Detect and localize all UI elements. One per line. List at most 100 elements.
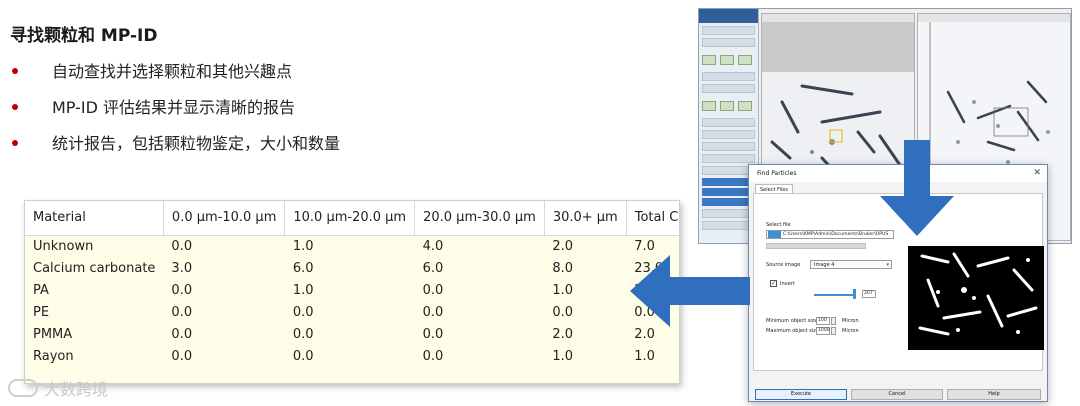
watermark-logo-icon bbox=[8, 379, 38, 397]
execute-button[interactable]: Execute bbox=[755, 389, 847, 400]
sidebar-tool-button[interactable] bbox=[702, 55, 716, 65]
arrow-left-icon bbox=[630, 255, 750, 327]
table-cell: 6.0 bbox=[422, 260, 444, 276]
table-row[interactable]: PMMA 0.0 0.0 0.0 2.0 2.0 bbox=[25, 323, 679, 345]
sidebar-row[interactable] bbox=[702, 84, 755, 93]
table-cell: 0.0 bbox=[171, 348, 193, 364]
dialog-button-bar: Execute Cancel Help bbox=[753, 389, 1043, 400]
table-cell: PE bbox=[33, 304, 50, 320]
bullet-item: 统计报告，包括颗粒物鉴定，大小和数量 bbox=[12, 134, 340, 170]
bullet-text: MP-ID 评估结果并显示清晰的报告 bbox=[52, 98, 296, 117]
arrow-down-icon bbox=[880, 140, 954, 236]
table-cell: 0.0 bbox=[171, 282, 193, 298]
app-sidebar-header bbox=[699, 9, 758, 23]
bullet-dot-icon bbox=[12, 68, 18, 74]
threshold-slider-track[interactable] bbox=[814, 294, 856, 296]
file-path-text: C:\Users\KMP\Admin\Documents\Bruker\OPUS bbox=[783, 232, 889, 237]
table-cell: 1.0 bbox=[552, 348, 573, 364]
table-cell: 1.0 bbox=[552, 282, 573, 298]
sidebar-row[interactable] bbox=[702, 130, 755, 139]
slide-title: 寻找颗粒和 MP-ID bbox=[10, 26, 158, 46]
table-cell: Unknown bbox=[33, 238, 94, 254]
table-cell: 3.0 bbox=[171, 260, 193, 276]
table-cell: 1.0 bbox=[634, 348, 655, 364]
table-row[interactable]: Rayon 0.0 0.0 0.0 1.0 1.0 bbox=[25, 345, 679, 367]
column-header-size-20-30[interactable]: 20.0 µm-30.0 µm bbox=[414, 201, 545, 236]
sidebar-tool-button[interactable] bbox=[738, 55, 752, 65]
sidebar-tool-button[interactable] bbox=[720, 55, 734, 65]
table-cell: PMMA bbox=[33, 326, 73, 342]
column-header-size-30-plus[interactable]: 30.0+ µm bbox=[544, 201, 627, 236]
sidebar-tool-button[interactable] bbox=[738, 101, 752, 111]
table-cell: 7.0 bbox=[634, 238, 655, 254]
image-view-titlebar bbox=[762, 14, 914, 22]
table-cell: 0.0 bbox=[292, 326, 314, 342]
sidebar-row[interactable] bbox=[702, 118, 755, 127]
column-header-size-10-20[interactable]: 10.0 µm-20.0 µm bbox=[284, 201, 416, 236]
bullet-item: 自动查找并选择颗粒和其他兴趣点 bbox=[12, 62, 340, 98]
sidebar-row[interactable] bbox=[702, 154, 755, 163]
help-button[interactable]: Help bbox=[947, 389, 1041, 400]
watermark-text: 大数跨境 bbox=[44, 380, 109, 399]
source-image-select[interactable]: Image 4 ▾ bbox=[810, 260, 892, 269]
table-cell: 0.0 bbox=[422, 282, 444, 298]
table-cell: 2.0 bbox=[552, 238, 573, 254]
bullet-dot-icon bbox=[12, 104, 18, 110]
sidebar-row[interactable] bbox=[702, 142, 755, 151]
threshold-value-field[interactable]: 207 bbox=[862, 290, 876, 298]
max-size-stepper[interactable] bbox=[831, 327, 836, 335]
table-row[interactable]: Unknown 0.0 1.0 4.0 2.0 7.0 bbox=[25, 235, 679, 257]
table-cell: 0.0 bbox=[292, 348, 314, 364]
table-header-row: Material 0.0 µm-10.0 µm 10.0 µm-20.0 µm … bbox=[25, 201, 679, 236]
min-size-field[interactable]: 100 bbox=[816, 317, 830, 325]
image-view-empty-area bbox=[762, 22, 914, 72]
invert-label: Invert bbox=[780, 281, 795, 287]
invert-checkbox[interactable]: ✓ bbox=[770, 280, 777, 287]
table-cell: 0.0 bbox=[422, 304, 444, 320]
column-header-size-0-10[interactable]: 0.0 µm-10.0 µm bbox=[163, 201, 286, 236]
bullet-dot-icon bbox=[12, 140, 18, 146]
horizontal-scrollbar[interactable] bbox=[766, 243, 866, 249]
close-icon[interactable]: ✕ bbox=[1033, 168, 1041, 178]
sidebar-tool-button[interactable] bbox=[720, 101, 734, 111]
dialog-title: Find Particles bbox=[757, 170, 797, 177]
min-size-stepper[interactable] bbox=[831, 317, 836, 325]
threshold-slider-handle[interactable] bbox=[853, 289, 856, 299]
table-cell: PA bbox=[33, 282, 49, 298]
watermark: 大数跨境 bbox=[8, 376, 108, 400]
particle-report-table: Material 0.0 µm-10.0 µm 10.0 µm-20.0 µm … bbox=[24, 200, 680, 384]
sidebar-tool-button[interactable] bbox=[702, 101, 716, 111]
binary-preview-image bbox=[908, 246, 1044, 350]
sidebar-row[interactable] bbox=[702, 72, 755, 81]
sidebar-row[interactable] bbox=[702, 38, 755, 47]
table-cell: 0.0 bbox=[552, 304, 573, 320]
table-row[interactable]: PE 0.0 0.0 0.0 0.0 0.0 bbox=[25, 301, 679, 323]
table-cell: Rayon bbox=[33, 348, 74, 364]
sidebar-row[interactable] bbox=[702, 26, 755, 35]
cancel-button[interactable]: Cancel bbox=[851, 389, 943, 400]
column-header-material[interactable]: Material bbox=[25, 201, 164, 236]
table-cell: 0.0 bbox=[422, 326, 444, 342]
table-cell: 8.0 bbox=[552, 260, 573, 276]
table-cell: Calcium carbonate bbox=[33, 260, 156, 276]
max-size-field[interactable]: 1000 bbox=[816, 327, 830, 335]
table-cell: 0.0 bbox=[171, 326, 193, 342]
table-cell: 4.0 bbox=[422, 238, 444, 254]
bullet-text: 自动查找并选择颗粒和其他兴趣点 bbox=[52, 62, 293, 81]
table-cell: 0.0 bbox=[292, 304, 314, 320]
image-view-titlebar bbox=[918, 14, 1070, 22]
table-cell: 0.0 bbox=[171, 238, 193, 254]
table-cell: 0.0 bbox=[422, 348, 444, 364]
source-image-value: Image 4 bbox=[814, 262, 835, 268]
browse-icon[interactable] bbox=[768, 231, 781, 238]
table-cell: 2.0 bbox=[552, 326, 573, 342]
file-path-field[interactable]: C:\Users\KMP\Admin\Documents\Bruker\OPUS bbox=[766, 230, 894, 239]
table-row[interactable]: Calcium carbonate 3.0 6.0 6.0 8.0 23.0 bbox=[25, 257, 679, 279]
table-cell: 1.0 bbox=[292, 282, 314, 298]
bullet-text: 统计报告，包括颗粒物鉴定，大小和数量 bbox=[52, 134, 341, 153]
max-size-label: Maximum object size bbox=[766, 328, 819, 334]
table-row[interactable]: PA 0.0 1.0 0.0 1.0 2.0 bbox=[25, 279, 679, 301]
max-size-unit: Micron bbox=[842, 328, 859, 334]
bullet-list: 自动查找并选择颗粒和其他兴趣点 MP-ID 评估结果并显示清晰的报告 统计报告，… bbox=[12, 62, 340, 170]
column-header-total-count[interactable]: Total Count bbox=[626, 201, 679, 236]
